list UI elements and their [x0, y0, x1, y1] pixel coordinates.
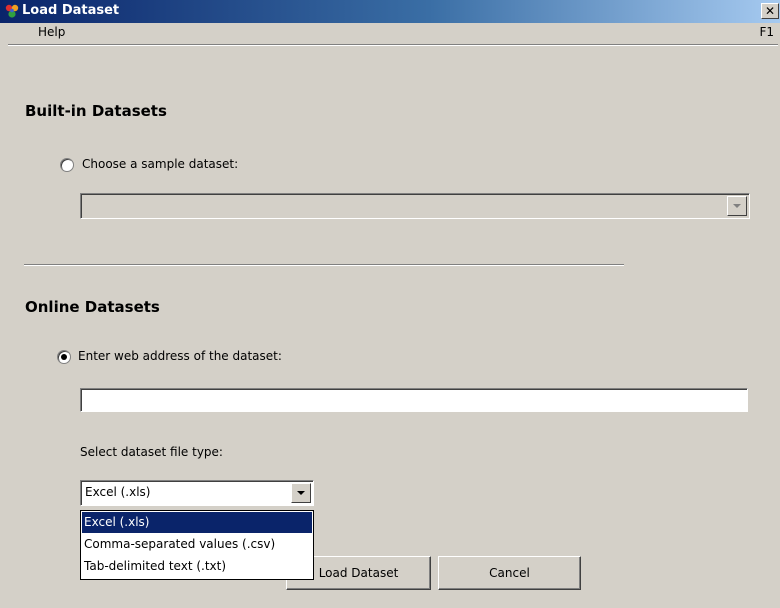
app-icon — [5, 4, 19, 18]
section-divider — [24, 264, 624, 266]
sample-dataset-dropdown[interactable] — [80, 193, 750, 219]
sample-dataset-label: Choose a sample dataset: — [82, 157, 239, 171]
file-type-dropdown-button[interactable] — [291, 483, 311, 503]
sample-dataset-radio[interactable] — [60, 158, 74, 172]
title-bar[interactable]: Load Dataset ✕ — [0, 0, 780, 23]
menu-item-help[interactable]: Help — [38, 25, 65, 39]
web-address-input[interactable] — [80, 388, 748, 412]
radio-selected-dot — [61, 354, 67, 360]
load-dataset-dialog: Load Dataset ✕ Help F1 Built-in Datasets… — [0, 0, 780, 608]
builtin-section-title: Built-in Datasets — [25, 102, 167, 120]
web-address-label: Enter web address of the dataset: — [78, 349, 282, 363]
close-button[interactable]: ✕ — [761, 3, 779, 19]
menu-bar: Help F1 — [0, 23, 780, 44]
close-icon: ✕ — [764, 4, 776, 18]
dropdown-option-txt[interactable]: Tab-delimited text (.txt) — [82, 556, 312, 577]
file-type-dropdown-list: Excel (.xls) Comma-separated values (.cs… — [80, 510, 314, 580]
cancel-button[interactable]: Cancel — [438, 556, 581, 590]
online-section-title: Online Datasets — [25, 298, 160, 316]
file-type-label: Select dataset file type: — [80, 445, 223, 459]
menu-shortcut-f1: F1 — [759, 25, 774, 39]
sample-dataset-dropdown-button[interactable] — [727, 196, 747, 216]
chevron-down-icon — [733, 204, 741, 208]
dropdown-option-xls[interactable]: Excel (.xls) — [82, 512, 312, 533]
window-title: Load Dataset — [22, 3, 120, 18]
web-address-radio[interactable] — [57, 350, 71, 364]
file-type-selected-value: Excel (.xls) — [85, 485, 151, 499]
menu-separator — [8, 44, 778, 46]
chevron-down-icon — [297, 491, 305, 495]
dropdown-option-csv[interactable]: Comma-separated values (.csv) — [82, 534, 312, 555]
file-type-select[interactable]: Excel (.xls) — [80, 480, 314, 506]
